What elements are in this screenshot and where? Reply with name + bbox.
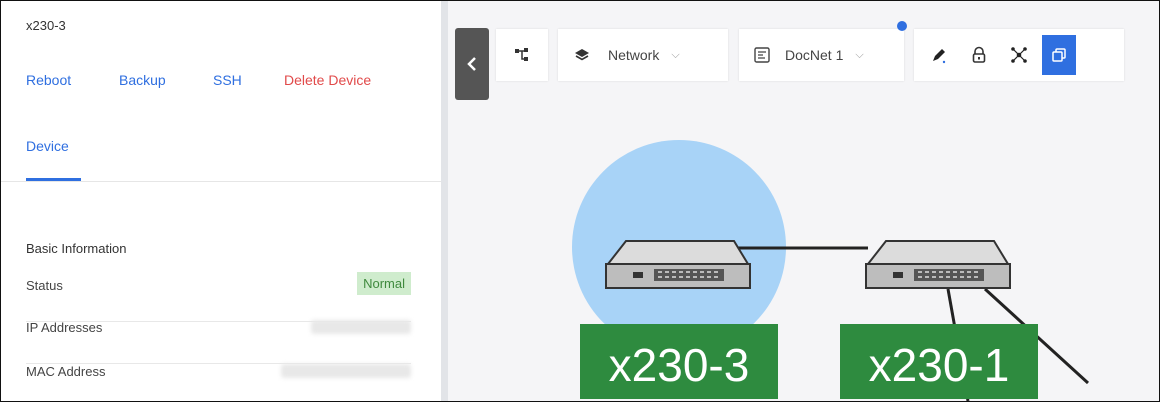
status-label: Status — [26, 278, 63, 293]
panel-splitter[interactable] — [441, 1, 448, 401]
topology-canvas[interactable]: Network ⌵ DocNet 1 ⌵ x230-3 x230-1 — [448, 1, 1159, 401]
app-window: x230-3 Reboot Backup SSH Delete Device D… — [0, 0, 1160, 402]
mac-value-redacted — [281, 364, 411, 378]
ip-label: IP Addresses — [26, 320, 103, 335]
backup-link[interactable]: Backup — [119, 72, 166, 88]
mac-row: MAC Address — [26, 364, 411, 401]
delete-device-link[interactable]: Delete Device — [284, 72, 371, 88]
switch-icon[interactable] — [865, 240, 1011, 289]
node-label-x230-1: x230-1 — [869, 339, 1010, 391]
topology-graph[interactable]: x230-3 x230-1 — [448, 1, 1159, 401]
mac-label: MAC Address — [26, 364, 106, 379]
tab-device[interactable]: Device — [26, 138, 69, 154]
device-title: x230-3 — [26, 18, 66, 33]
switch-icon[interactable] — [605, 240, 751, 289]
status-badge: Normal — [357, 272, 411, 295]
device-detail-panel: x230-3 Reboot Backup SSH Delete Device D… — [1, 1, 441, 401]
ip-value-redacted — [311, 320, 411, 334]
basic-information-title: Basic Information — [26, 241, 127, 256]
reboot-link[interactable]: Reboot — [26, 72, 71, 88]
ssh-link[interactable]: SSH — [213, 72, 242, 88]
tab-divider — [1, 181, 441, 182]
ip-row: IP Addresses — [26, 320, 411, 364]
node-label-x230-3: x230-3 — [609, 339, 750, 391]
status-row: Status Normal — [26, 272, 411, 322]
